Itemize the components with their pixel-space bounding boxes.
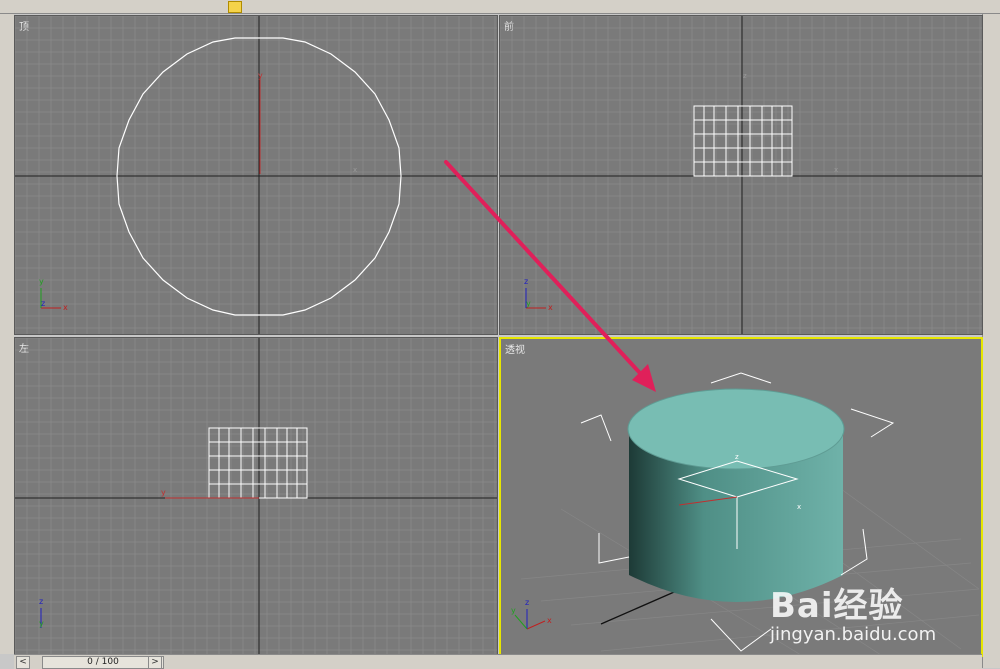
viewport-perspective[interactable]: 透视 z x x z y [499, 337, 983, 657]
mirror-icon[interactable] [650, 1, 662, 11]
frame-counter: 0 / 100 [42, 656, 164, 669]
cylinder-solid[interactable] [627, 388, 845, 602]
svg-text:x: x [547, 616, 552, 625]
svg-text:z: z [524, 277, 528, 286]
cylinder-wireframe-left [208, 427, 308, 499]
cylinder-wireframe-front [693, 105, 793, 177]
front-view-canvas: z x x z y [500, 16, 982, 334]
perspective-view-canvas: z x x z y [511, 372, 980, 655]
svg-text:y: y [39, 619, 44, 628]
svg-text:y: y [39, 277, 44, 286]
select-object-icon[interactable] [228, 1, 242, 13]
svg-text:x: x [548, 303, 553, 312]
left-tool-strip [0, 14, 14, 654]
next-frame-button[interactable]: > [148, 656, 162, 669]
select-icon[interactable] [18, 1, 30, 11]
left-view-canvas: y z y [15, 338, 497, 654]
rotate-icon[interactable] [388, 1, 400, 11]
region-select-icon[interactable] [290, 1, 302, 11]
svg-text:z: z [39, 597, 43, 606]
watermark-url: jingyan.baidu.com [770, 624, 937, 645]
spelling-icon[interactable] [740, 1, 752, 11]
viewport-left[interactable]: 左 y z y [14, 337, 498, 655]
svg-text:z: z [735, 453, 739, 461]
link-icon[interactable] [40, 1, 52, 11]
main-toolbar [0, 0, 1000, 14]
svg-text:x: x [834, 166, 838, 174]
watermark-logo: Bai经验 [770, 586, 904, 626]
window-crossing-icon[interactable] [320, 1, 332, 11]
viewport-front[interactable]: 前 z x x z y [499, 15, 983, 335]
svg-text:z: z [41, 299, 45, 308]
svg-text:y: y [258, 71, 263, 80]
svg-text:y: y [511, 606, 516, 615]
time-slider[interactable]: < 0 / 100 > [14, 654, 982, 669]
svg-text:y: y [161, 488, 166, 497]
svg-text:x: x [797, 503, 801, 511]
render-setup-icon[interactable] [880, 1, 892, 11]
command-panel [982, 14, 1000, 668]
render-icon[interactable] [960, 1, 972, 11]
scale-icon[interactable] [420, 1, 432, 11]
prev-frame-button[interactable]: < [16, 656, 30, 669]
viewport-top[interactable]: 顶 y x x y z [14, 15, 498, 335]
snap-icon[interactable] [610, 1, 622, 11]
svg-text:z: z [525, 598, 529, 607]
move-icon[interactable] [360, 1, 372, 11]
svg-text:x: x [353, 166, 357, 174]
top-view-canvas: y x x y z [15, 16, 497, 334]
svg-text:y: y [526, 299, 531, 308]
align-icon[interactable] [700, 1, 712, 11]
svg-text:z: z [743, 72, 747, 80]
svg-text:x: x [63, 303, 68, 312]
select-by-name-icon[interactable] [260, 1, 272, 11]
